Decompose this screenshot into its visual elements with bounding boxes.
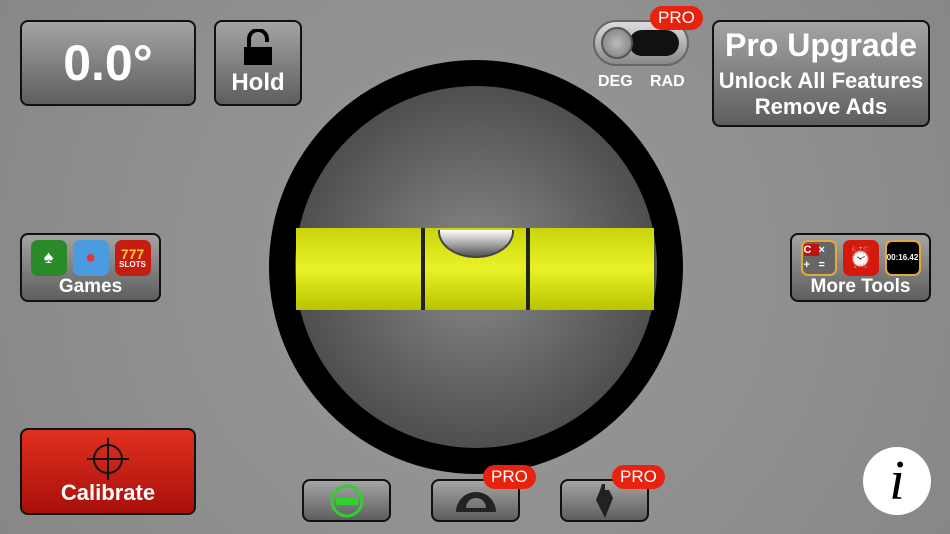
level-vial: [296, 228, 654, 310]
calibrate-label: Calibrate: [60, 479, 156, 505]
bird-game-icon: ●: [72, 239, 109, 276]
stopwatch-icon: 00:16.42: [884, 239, 921, 276]
pro-badge: PRO: [650, 6, 703, 30]
upgrade-line1: Unlock All Features: [718, 68, 924, 93]
solitaire-icon: ♠: [30, 239, 67, 276]
mode-bubble-level-button[interactable]: [302, 479, 391, 522]
unlock-icon: [244, 29, 272, 65]
vial-left-marker: [421, 228, 425, 310]
hold-label: Hold: [231, 69, 285, 96]
calibrate-button[interactable]: Calibrate: [20, 428, 196, 515]
upgrade-title: Pro Upgrade: [724, 27, 918, 63]
games-button[interactable]: ♠ ● 777 SLOTS Games: [20, 233, 161, 302]
more-tools-button[interactable]: C × + = ⏰ 00:16.42 More Tools: [790, 233, 931, 302]
vial-right-marker: [526, 228, 530, 310]
protractor-pro-badge: PRO: [483, 465, 536, 489]
plumb-bob-pro-badge: PRO: [612, 465, 665, 489]
info-button[interactable]: i: [863, 447, 931, 515]
angle-value: 0.0°: [63, 35, 153, 91]
games-label: Games: [58, 275, 123, 297]
pro-upgrade-button[interactable]: Pro Upgrade Unlock All Features Remove A…: [712, 20, 930, 127]
protractor-icon: [455, 491, 496, 512]
alarm-clock-icon: ⏰: [842, 239, 879, 276]
calculator-icon: C × + =: [800, 239, 837, 276]
hold-button[interactable]: Hold: [214, 20, 302, 106]
crosshair-icon: [87, 437, 129, 480]
angle-display: 0.0°: [20, 20, 196, 106]
bubble-level-icon: [330, 484, 363, 517]
rad-label[interactable]: RAD: [650, 73, 685, 91]
deg-label[interactable]: DEG: [598, 73, 633, 91]
toggle-knob[interactable]: [601, 27, 633, 59]
info-icon: i: [889, 450, 905, 512]
more-tools-label: More Tools: [810, 275, 911, 297]
plumb-bob-icon: [595, 483, 613, 518]
level-bubble: [438, 230, 514, 258]
upgrade-line2: Remove Ads: [754, 94, 888, 119]
slots-icon: 777 SLOTS: [114, 239, 151, 276]
